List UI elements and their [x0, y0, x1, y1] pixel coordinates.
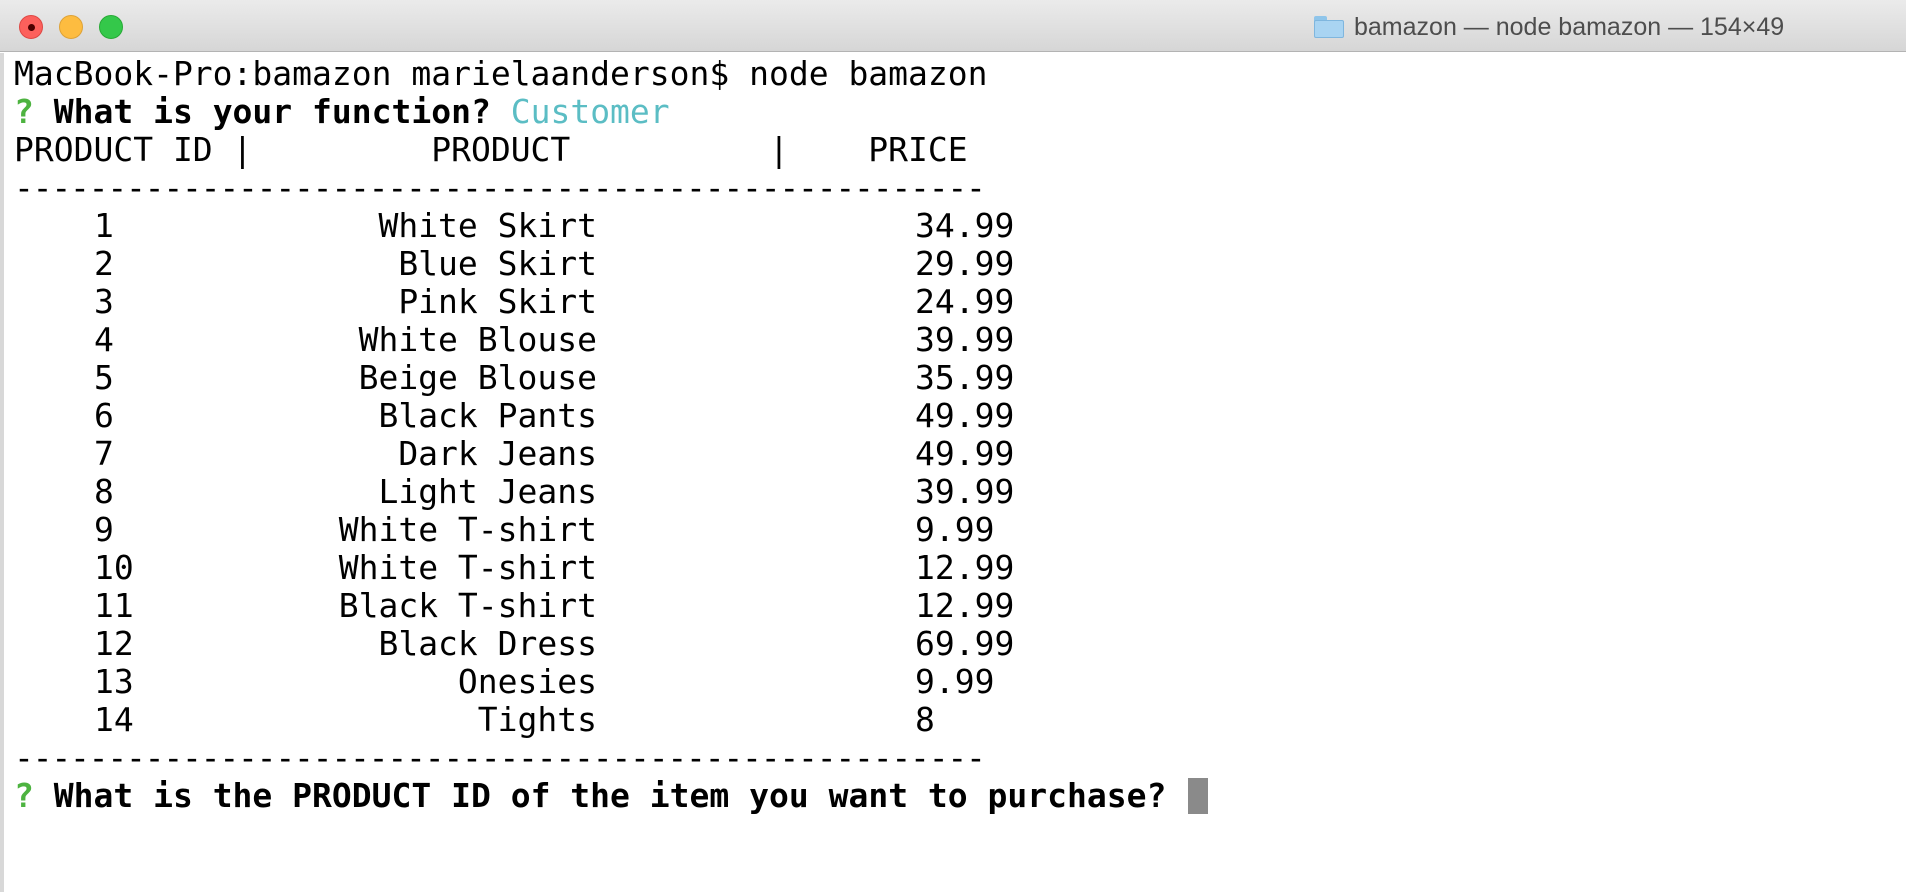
product-name-cell: White Blouse — [358, 320, 597, 359]
table-row: 5 Beige Blouse 35.99 — [4, 359, 1104, 397]
title-bar[interactable]: bamazon — node bamazon — 154×49 — [0, 0, 1906, 52]
product-price-cell: 34.99 — [915, 206, 1015, 245]
product-price-cell: 8 — [915, 700, 935, 739]
product-name-cell: Onesies — [457, 662, 597, 701]
table-row: 7 Dark Jeans 49.99 — [4, 435, 1104, 473]
function-question: What is your function? — [53, 92, 491, 131]
table-row: 13 Onesies 9.99 — [4, 663, 1104, 701]
product-name-cell: Pink Skirt — [398, 282, 597, 321]
product-id-cell: 14 — [94, 700, 134, 739]
product-id-cell: 5 — [94, 358, 114, 397]
product-price-cell: 35.99 — [915, 358, 1015, 397]
terminal-output[interactable]: MacBook-Pro:bamazon marielaanderson$ nod… — [0, 53, 1906, 892]
product-id-cell: 10 — [94, 548, 134, 587]
table-row: 8 Light Jeans 39.99 — [4, 473, 1104, 511]
table-row: 9 White T-shirt 9.99 — [4, 511, 1104, 549]
product-id-cell: 3 — [94, 282, 114, 321]
folder-icon — [1314, 16, 1344, 38]
product-name-cell: Tights — [477, 700, 597, 739]
product-name-cell: Dark Jeans — [398, 434, 597, 473]
product-id-cell: 7 — [94, 434, 114, 473]
product-price-cell: 9.99 — [915, 662, 995, 701]
product-name-cell: Black Pants — [378, 396, 597, 435]
product-name-cell: Light Jeans — [378, 472, 597, 511]
product-name-cell: White T-shirt — [338, 510, 597, 549]
product-name-cell: Black Dress — [378, 624, 597, 663]
text-cursor — [1188, 778, 1209, 814]
purchase-prompt[interactable]: ? What is the PRODUCT ID of the item you… — [14, 776, 1209, 815]
terminal-window: bamazon — node bamazon — 154×49 MacBook-… — [0, 0, 1906, 892]
product-name-cell: White Skirt — [378, 206, 597, 245]
table-separator-top: ----------------------------------------… — [14, 168, 986, 207]
close-icon — [28, 24, 35, 31]
product-id-cell: 6 — [94, 396, 114, 435]
table-row: 11 Black T-shirt 12.99 — [4, 587, 1104, 625]
table-row: 2 Blue Skirt 29.99 — [4, 245, 1104, 283]
product-price-cell: 12.99 — [915, 586, 1015, 625]
table-row: 3 Pink Skirt 24.99 — [4, 283, 1104, 321]
maximize-button[interactable] — [99, 15, 123, 39]
table-row: 14 Tights 8 — [4, 701, 1104, 739]
window-title: bamazon — node bamazon — 154×49 — [1314, 12, 1784, 42]
product-id-cell: 1 — [94, 206, 114, 245]
product-price-cell: 9.99 — [915, 510, 995, 549]
product-id-cell: 2 — [94, 244, 114, 283]
product-price-cell: 69.99 — [915, 624, 1015, 663]
command-line: MacBook-Pro:bamazon marielaanderson$ nod… — [14, 54, 988, 93]
table-row: 12 Black Dress 69.99 — [4, 625, 1104, 663]
product-id-cell: 13 — [94, 662, 134, 701]
table-row: 10 White T-shirt 12.99 — [4, 549, 1104, 587]
product-price-cell: 24.99 — [915, 282, 1015, 321]
product-name-cell: Beige Blouse — [358, 358, 597, 397]
table-row: 6 Black Pants 49.99 — [4, 397, 1104, 435]
product-id-cell: 12 — [94, 624, 134, 663]
close-button[interactable] — [19, 15, 43, 39]
product-price-cell: 39.99 — [915, 472, 1015, 511]
product-id-cell: 4 — [94, 320, 114, 359]
product-price-cell: 49.99 — [915, 434, 1015, 473]
prompt-marker: ? — [14, 92, 34, 131]
table-separator-bottom: ----------------------------------------… — [14, 738, 986, 777]
function-answer: Customer — [510, 92, 670, 131]
prompt-marker: ? — [14, 776, 34, 815]
product-price-cell: 29.99 — [915, 244, 1015, 283]
minimize-button[interactable] — [59, 15, 83, 39]
product-price-cell: 39.99 — [915, 320, 1015, 359]
table-row: 1 White Skirt 34.99 — [4, 207, 1104, 245]
table-row: 4 White Blouse 39.99 — [4, 321, 1104, 359]
product-name-cell: Black T-shirt — [338, 586, 597, 625]
product-price-cell: 49.99 — [915, 396, 1015, 435]
product-price-cell: 12.99 — [915, 548, 1015, 587]
function-prompt: ? What is your function? Customer — [14, 93, 670, 131]
product-id-cell: 11 — [94, 586, 134, 625]
product-id-cell: 9 — [94, 510, 114, 549]
product-name-cell: Blue Skirt — [398, 244, 597, 283]
product-id-cell: 8 — [94, 472, 114, 511]
product-name-cell: White T-shirt — [338, 548, 597, 587]
purchase-question: What is the PRODUCT ID of the item you w… — [53, 776, 1167, 815]
table-header: PRODUCT ID | PRODUCT | PRICE — [14, 130, 968, 169]
window-title-text: bamazon — node bamazon — 154×49 — [1354, 12, 1785, 41]
